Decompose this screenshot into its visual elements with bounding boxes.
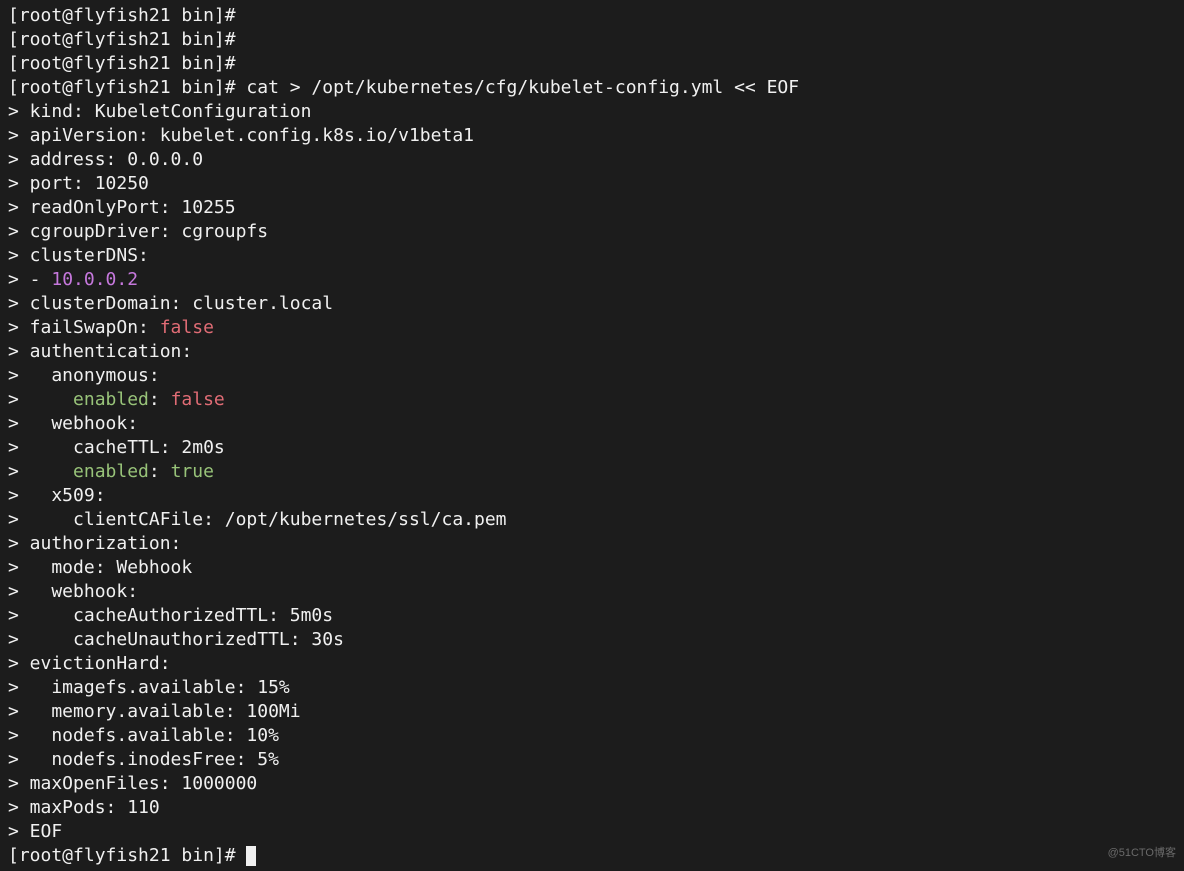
terminal-line: > port: 10250: [8, 172, 1176, 196]
terminal-line: > clusterDNS:: [8, 244, 1176, 268]
terminal-text-segment: > mode: Webhook: [8, 557, 192, 578]
terminal-line: > evictionHard:: [8, 652, 1176, 676]
terminal-text-segment: >: [8, 461, 73, 482]
terminal-text-segment: > cacheUnauthorizedTTL: 30s: [8, 629, 344, 650]
terminal-text-segment: [root@flyfish21 bin]#: [8, 845, 246, 866]
terminal-text-segment: > address: 0.0.0.0: [8, 149, 203, 170]
terminal-line: > - 10.0.0.2: [8, 268, 1176, 292]
terminal-line: > memory.available: 100Mi: [8, 700, 1176, 724]
terminal-text-segment: > authorization:: [8, 533, 181, 554]
terminal-text-segment: > clusterDomain: cluster.local: [8, 293, 333, 314]
terminal-line: > webhook:: [8, 580, 1176, 604]
terminal-text-segment: > cacheAuthorizedTTL: 5m0s: [8, 605, 333, 626]
terminal-text-segment: > clientCAFile: /opt/kubernetes/ssl/ca.p…: [8, 509, 507, 530]
terminal-text-segment: > readOnlyPort: 10255: [8, 197, 236, 218]
terminal-text-segment: false: [160, 317, 214, 338]
terminal-line: > cacheUnauthorizedTTL: 30s: [8, 628, 1176, 652]
terminal-text-segment: [root@flyfish21 bin]#: [8, 29, 236, 50]
terminal-line: > maxPods: 110: [8, 796, 1176, 820]
terminal-text-segment: enabled: [73, 389, 149, 410]
terminal-text-segment: [root@flyfish21 bin]#: [8, 5, 236, 26]
terminal-text-segment: >: [8, 389, 73, 410]
terminal-line: > authorization:: [8, 532, 1176, 556]
terminal-line: > nodefs.inodesFree: 5%: [8, 748, 1176, 772]
terminal-text-segment: > EOF: [8, 821, 62, 842]
terminal-text-segment: > imagefs.available: 15%: [8, 677, 290, 698]
terminal-line: > kind: KubeletConfiguration: [8, 100, 1176, 124]
terminal-text-segment: > nodefs.available: 10%: [8, 725, 279, 746]
terminal-text-segment: 10.0.0.2: [51, 269, 138, 290]
terminal-text-segment: > port: 10250: [8, 173, 149, 194]
terminal-text-segment: > x509:: [8, 485, 106, 506]
terminal-text-segment: > apiVersion: kubelet.config.k8s.io/v1be…: [8, 125, 474, 146]
terminal-text-segment: > maxOpenFiles: 1000000: [8, 773, 257, 794]
terminal-line: > nodefs.available: 10%: [8, 724, 1176, 748]
terminal-text-segment: > authentication:: [8, 341, 192, 362]
terminal-line: > clusterDomain: cluster.local: [8, 292, 1176, 316]
terminal-line: > cgroupDriver: cgroupfs: [8, 220, 1176, 244]
terminal-line: [root@flyfish21 bin]#: [8, 28, 1176, 52]
terminal-line: > enabled: false: [8, 388, 1176, 412]
terminal-text-segment: > cgroupDriver: cgroupfs: [8, 221, 268, 242]
terminal-line: > clientCAFile: /opt/kubernetes/ssl/ca.p…: [8, 508, 1176, 532]
terminal-line: > x509:: [8, 484, 1176, 508]
terminal-text-segment: > memory.available: 100Mi: [8, 701, 301, 722]
terminal-line: > cacheTTL: 2m0s: [8, 436, 1176, 460]
terminal-text-segment: enabled: [73, 461, 149, 482]
terminal-text-segment: > cacheTTL: 2m0s: [8, 437, 225, 458]
terminal-line: > webhook:: [8, 412, 1176, 436]
terminal-line: > apiVersion: kubelet.config.k8s.io/v1be…: [8, 124, 1176, 148]
terminal-text-segment: :: [149, 461, 171, 482]
terminal-text-segment: > anonymous:: [8, 365, 160, 386]
terminal-text-segment: > failSwapOn:: [8, 317, 160, 338]
terminal-text-segment: > clusterDNS:: [8, 245, 149, 266]
terminal-line: [root@flyfish21 bin]#: [8, 844, 1176, 868]
terminal-text-segment: :: [149, 389, 171, 410]
watermark-text: @51CTO博客: [1108, 841, 1176, 865]
terminal-line: [root@flyfish21 bin]#: [8, 4, 1176, 28]
terminal-line: > readOnlyPort: 10255: [8, 196, 1176, 220]
terminal-text-segment: > webhook:: [8, 581, 138, 602]
terminal-text-segment: > webhook:: [8, 413, 138, 434]
terminal-line: > authentication:: [8, 340, 1176, 364]
terminal-text-segment: > evictionHard:: [8, 653, 171, 674]
terminal-line: > mode: Webhook: [8, 556, 1176, 580]
terminal-line: > EOF: [8, 820, 1176, 844]
terminal-text-segment: > -: [8, 269, 51, 290]
terminal-text-segment: > nodefs.inodesFree: 5%: [8, 749, 279, 770]
terminal-line: > enabled: true: [8, 460, 1176, 484]
terminal-line: [root@flyfish21 bin]#: [8, 52, 1176, 76]
terminal-line: > cacheAuthorizedTTL: 5m0s: [8, 604, 1176, 628]
terminal-output[interactable]: [root@flyfish21 bin]# [root@flyfish21 bin…: [0, 0, 1184, 871]
terminal-cursor: [246, 846, 256, 866]
terminal-line: > failSwapOn: false: [8, 316, 1176, 340]
terminal-text-segment: [root@flyfish21 bin]#: [8, 53, 236, 74]
terminal-text-segment: false: [171, 389, 225, 410]
terminal-text-segment: [root@flyfish21 bin]# cat > /opt/kuberne…: [8, 77, 799, 98]
terminal-text-segment: > kind: KubeletConfiguration: [8, 101, 311, 122]
terminal-text-segment: true: [171, 461, 214, 482]
terminal-line: > address: 0.0.0.0: [8, 148, 1176, 172]
terminal-text-segment: > maxPods: 110: [8, 797, 160, 818]
terminal-line: > maxOpenFiles: 1000000: [8, 772, 1176, 796]
terminal-line: [root@flyfish21 bin]# cat > /opt/kuberne…: [8, 76, 1176, 100]
terminal-line: > anonymous:: [8, 364, 1176, 388]
terminal-line: > imagefs.available: 15%: [8, 676, 1176, 700]
